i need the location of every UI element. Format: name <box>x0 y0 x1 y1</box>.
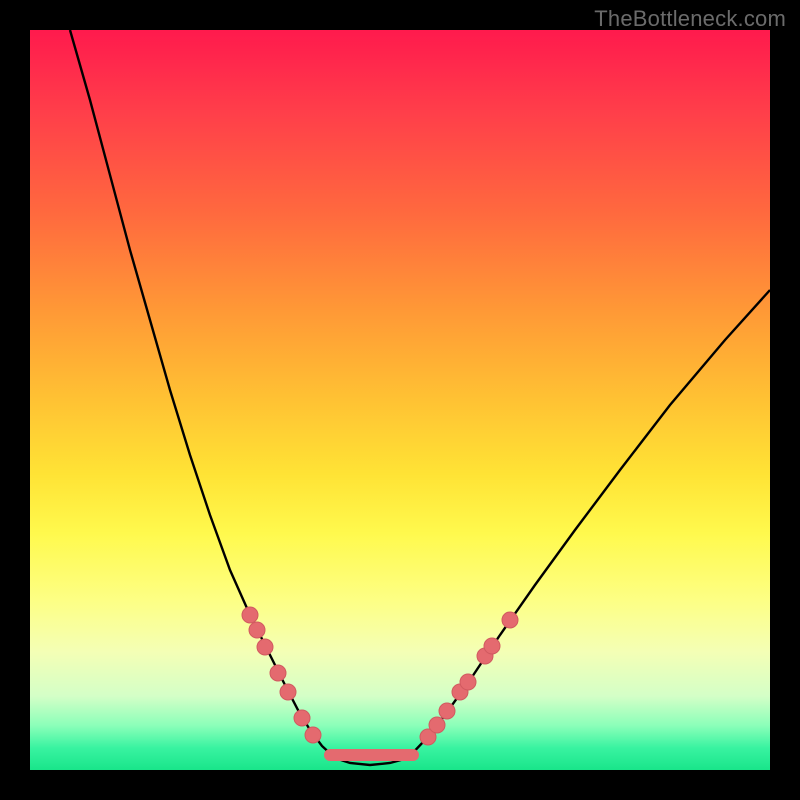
marker-dot <box>484 638 500 654</box>
chart-frame: TheBottleneck.com <box>0 0 800 800</box>
marker-dot <box>249 622 265 638</box>
marker-dot <box>460 674 476 690</box>
curve-left <box>70 30 335 758</box>
marker-dot <box>502 612 518 628</box>
markers-left <box>242 607 321 743</box>
marker-dot <box>294 710 310 726</box>
chart-svg <box>30 30 770 770</box>
marker-dot <box>242 607 258 623</box>
marker-dot <box>270 665 286 681</box>
marker-dot <box>305 727 321 743</box>
marker-dot <box>439 703 455 719</box>
watermark-text: TheBottleneck.com <box>594 6 786 32</box>
chart-plot-area <box>30 30 770 770</box>
marker-dot <box>280 684 296 700</box>
marker-dot <box>257 639 273 655</box>
marker-dot <box>429 717 445 733</box>
